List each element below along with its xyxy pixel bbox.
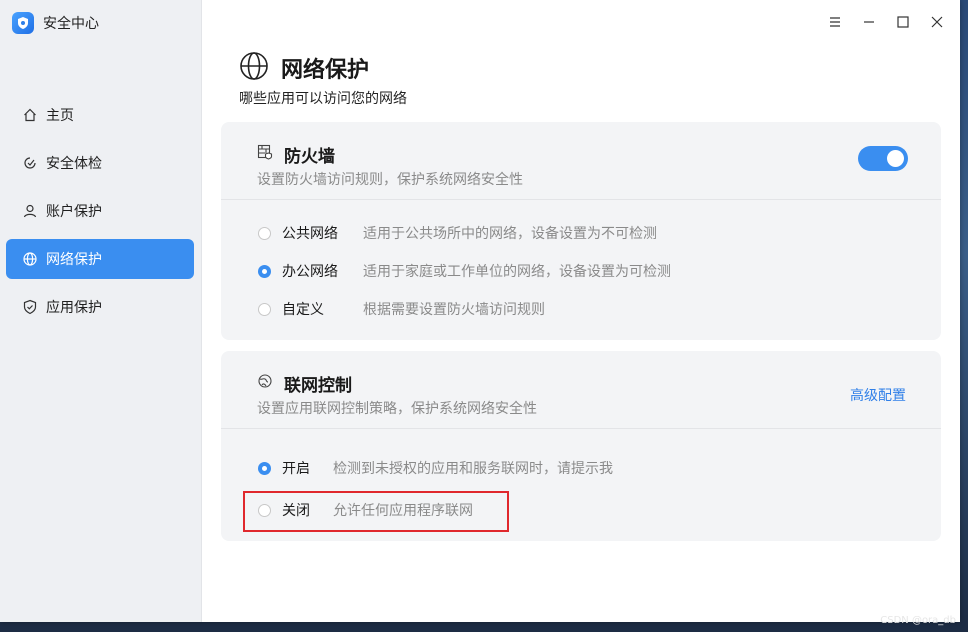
toggle-knob	[887, 150, 904, 167]
option-label: 公共网络	[282, 226, 338, 242]
home-icon	[22, 107, 38, 123]
sidebar-item-network[interactable]: 网络保护	[6, 239, 194, 279]
option-description: 检测到未授权的应用和服务联网时，请提示我	[333, 461, 613, 477]
option-label: 办公网络	[282, 264, 338, 280]
network-globe-icon	[257, 373, 273, 389]
scan-icon	[22, 155, 38, 171]
option-label: 自定义	[282, 302, 324, 318]
maximize-icon[interactable]	[886, 8, 920, 36]
firewall-option-public[interactable]: 公共网络 适用于公共场所中的网络，设备设置为不可检测	[258, 223, 657, 243]
option-label: 开启	[282, 461, 310, 477]
sidebar-item-label: 账户保护	[46, 204, 102, 220]
sidebar-item-label: 网络保护	[46, 252, 102, 268]
sidebar-item-account[interactable]: 账户保护	[6, 191, 194, 231]
firewall-option-custom[interactable]: 自定义 根据需要设置防火墙访问规则	[258, 299, 545, 319]
user-icon	[22, 203, 38, 219]
globe-icon	[22, 251, 38, 267]
radio-button-selected[interactable]	[258, 461, 271, 475]
menu-icon[interactable]	[818, 8, 852, 36]
firewall-toggle[interactable]	[858, 146, 908, 171]
shield-icon	[22, 299, 38, 315]
globe-icon	[239, 51, 269, 85]
minimize-icon[interactable]	[852, 8, 886, 36]
sidebar-item-label: 主页	[46, 108, 74, 124]
firewall-description: 设置防火墙访问规则，保护系统网络安全性	[257, 172, 523, 188]
option-description: 适用于家庭或工作单位的网络，设备设置为可检测	[363, 264, 671, 280]
page-header: 网络保护 哪些应用可以访问您的网络	[239, 51, 407, 108]
page-title: 网络保护	[281, 58, 370, 83]
firewall-title: 防火墙	[284, 147, 335, 167]
app-title: 安全中心	[43, 16, 99, 32]
window-controls	[818, 8, 954, 36]
sidebar-item-home[interactable]: 主页	[6, 95, 194, 135]
sidebar-item-label: 安全体检	[46, 156, 102, 172]
firewall-option-office[interactable]: 办公网络 适用于家庭或工作单位的网络，设备设置为可检测	[258, 261, 671, 281]
radio-button-selected[interactable]	[258, 264, 271, 278]
watermark: CSDN @ora_db	[880, 615, 956, 626]
app-window: 安全中心 主页 安全体检 账户保护 网络保护 应用保护 网络保护 哪些应用可以访…	[0, 0, 960, 622]
app-header: 安全中心	[12, 12, 99, 34]
firewall-card: 防火墙 设置防火墙访问规则，保护系统网络安全性 公共网络 适用于公共场所中的网络…	[221, 122, 941, 340]
annotation-highlight-box	[243, 491, 509, 532]
sidebar-nav: 主页 安全体检 账户保护 网络保护 应用保护	[6, 95, 194, 335]
option-description: 根据需要设置防火墙访问规则	[363, 302, 545, 318]
advanced-config-link[interactable]: 高级配置	[850, 385, 906, 405]
firewall-icon	[257, 144, 273, 160]
close-icon[interactable]	[920, 8, 954, 36]
network-option-on[interactable]: 开启 检测到未授权的应用和服务联网时，请提示我	[258, 458, 613, 478]
network-control-title: 联网控制	[284, 376, 352, 396]
option-description: 适用于公共场所中的网络，设备设置为不可检测	[363, 226, 657, 242]
network-control-description: 设置应用联网控制策略，保护系统网络安全性	[257, 401, 537, 417]
firewall-card-header: 防火墙 设置防火墙访问规则，保护系统网络安全性	[221, 122, 941, 200]
sidebar-item-checkup[interactable]: 安全体检	[6, 143, 194, 183]
radio-button[interactable]	[258, 302, 271, 316]
network-control-card-header: 联网控制 设置应用联网控制策略，保护系统网络安全性 高级配置	[221, 351, 941, 429]
sidebar: 安全中心 主页 安全体检 账户保护 网络保护 应用保护	[0, 0, 202, 622]
sidebar-item-label: 应用保护	[46, 300, 102, 316]
radio-button[interactable]	[258, 226, 271, 240]
sidebar-item-app-protect[interactable]: 应用保护	[6, 287, 194, 327]
app-logo-icon	[12, 12, 34, 34]
page-subtitle: 哪些应用可以访问您的网络	[239, 91, 407, 107]
